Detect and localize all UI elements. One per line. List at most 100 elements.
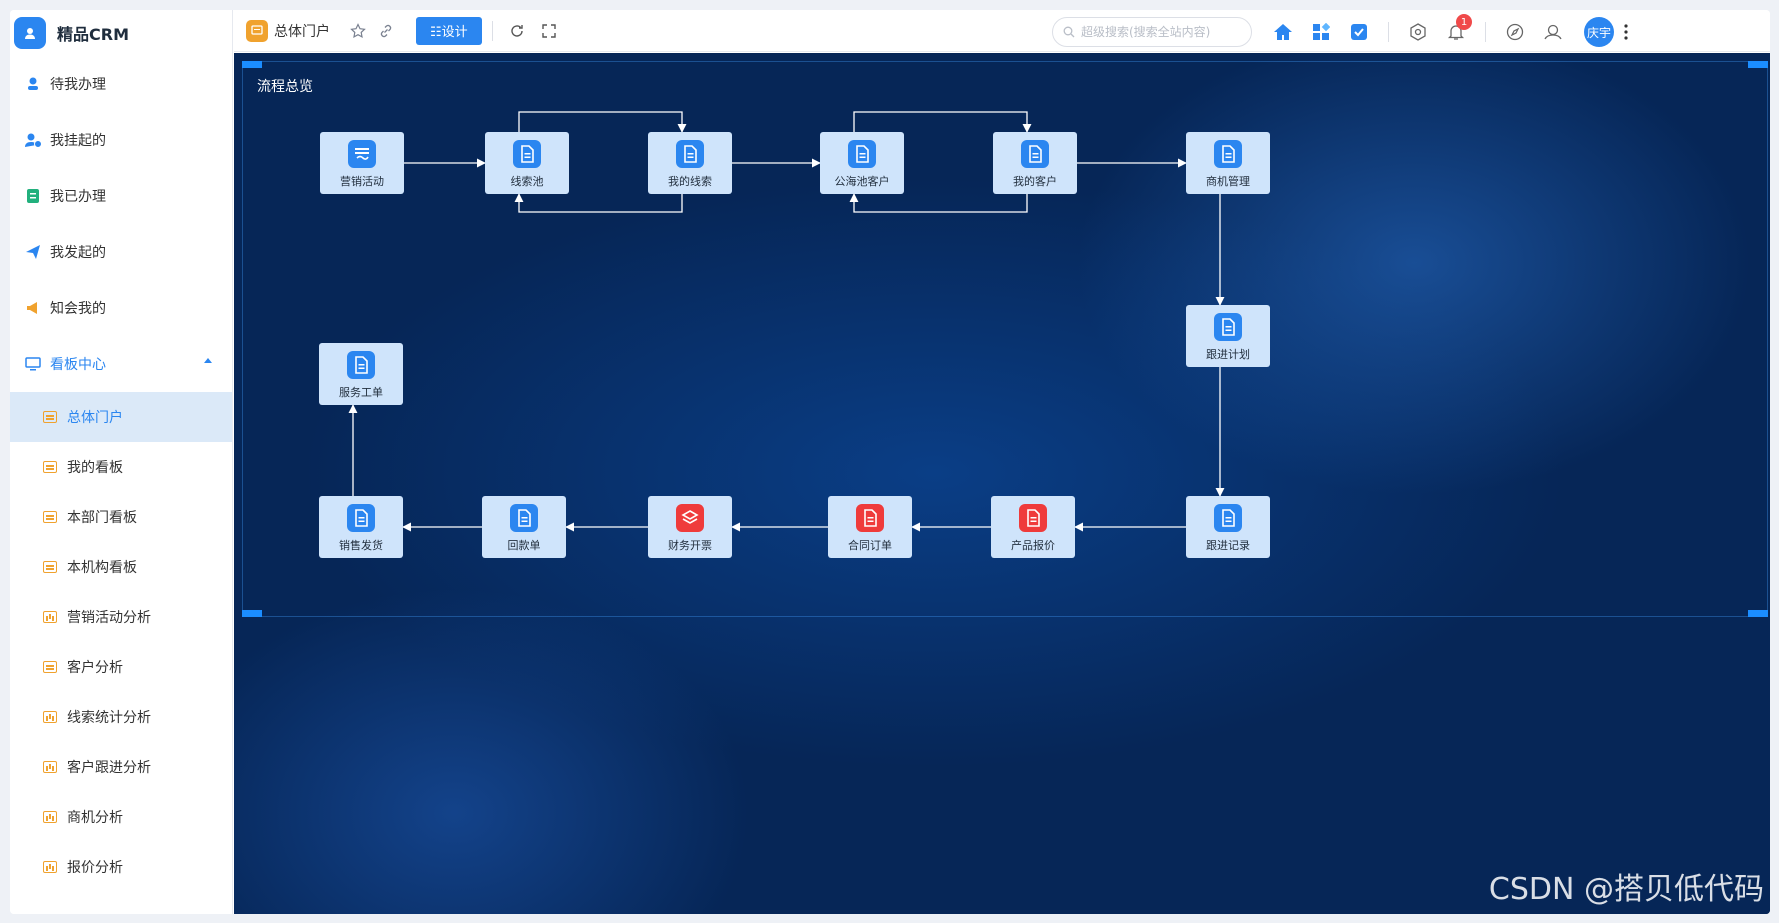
sidebar-subitem-marketing-analysis[interactable]: 营销活动分析 xyxy=(10,592,232,642)
flow-node-n8[interactable]: 跟进记录 xyxy=(1186,496,1270,558)
hexagon-settings-icon[interactable] xyxy=(1404,18,1432,46)
sidebar-subitem-my-board[interactable]: 我的看板 xyxy=(10,442,232,492)
bar-chart-icon xyxy=(43,811,57,823)
brand[interactable]: 精品CRM xyxy=(10,10,232,56)
app-name: 精品CRM xyxy=(57,25,129,44)
flow-node-label: 跟进计划 xyxy=(1206,348,1250,361)
user-pause-icon xyxy=(24,131,42,149)
user-pin-icon xyxy=(24,75,42,93)
sidebar-subitem-quote-analysis[interactable]: 报价分析 xyxy=(10,842,232,892)
sidebar-subitem-dept-board[interactable]: 本部门看板 xyxy=(10,492,232,542)
sidebar-subitem-customer-analysis[interactable]: 客户分析 xyxy=(10,642,232,692)
document-icon xyxy=(510,504,538,532)
flow-node-label: 财务开票 xyxy=(668,539,712,552)
flow-node-n12[interactable]: 回款单 xyxy=(482,496,566,558)
sidebar-subitem-label: 本机构看板 xyxy=(67,560,137,576)
bell-icon[interactable]: 1 xyxy=(1442,14,1472,46)
document-icon xyxy=(1214,504,1242,532)
sidebar-item-notified[interactable]: 知会我的 xyxy=(10,280,232,336)
document-icon xyxy=(676,140,704,168)
chevron-up-icon xyxy=(204,358,212,363)
sidebar-subitem-label: 报价分析 xyxy=(67,860,123,876)
search-icon xyxy=(1063,26,1075,38)
flow-node-label: 营销活动 xyxy=(340,175,384,188)
document-icon xyxy=(856,504,884,532)
dashboard-canvas: 流程总览 营销活动 线索池 我的线索 公海池客户 我的客户 商机管理 跟进计划 跟进记录 产品报… xyxy=(234,53,1770,914)
design-button[interactable]: ☷设计 xyxy=(416,16,482,45)
flow-node-n13[interactable]: 销售发货 xyxy=(319,496,403,558)
task-check-icon[interactable] xyxy=(1345,18,1373,46)
layers-icon xyxy=(676,504,704,532)
document-icon xyxy=(347,504,375,532)
sidebar-subitem-label: 营销活动分析 xyxy=(67,610,151,626)
flow-node-n10[interactable]: 合同订单 xyxy=(828,496,912,558)
sidebar-subitem-label: 商机分析 xyxy=(67,810,123,826)
sidebar-item-label: 我挂起的 xyxy=(50,133,106,149)
flow-node-n6[interactable]: 商机管理 xyxy=(1186,132,1270,194)
flow-node-label: 跟进记录 xyxy=(1206,539,1250,552)
toolbar-divider xyxy=(1485,22,1486,42)
handshake-icon xyxy=(348,140,376,168)
document-icon xyxy=(848,140,876,168)
sidebar: 精品CRM 待我办理 我挂起的 我已办理 我发起的 知会我的 看板中心 总体门户 xyxy=(10,10,233,914)
sidebar-subitem-followup-analysis[interactable]: 客户跟进分析 xyxy=(10,742,232,792)
document-icon xyxy=(1214,313,1242,341)
compass-icon[interactable] xyxy=(1501,18,1529,46)
apps-icon[interactable] xyxy=(1307,18,1335,46)
sidebar-subitem-org-board[interactable]: 本机构看板 xyxy=(10,542,232,592)
flow-node-n1[interactable]: 营销活动 xyxy=(320,132,404,194)
flow-node-n14[interactable]: 服务工单 xyxy=(319,343,403,405)
sidebar-item-initiated[interactable]: 我发起的 xyxy=(10,224,232,280)
sidebar-subitem-label: 总体门户 xyxy=(67,410,123,426)
sidebar-subitem-lead-stats[interactable]: 线索统计分析 xyxy=(10,692,232,742)
sidebar-item-done[interactable]: 我已办理 xyxy=(10,168,232,224)
board-icon xyxy=(43,661,57,673)
user-profile-icon[interactable] xyxy=(1539,18,1567,46)
flow-node-label: 回款单 xyxy=(507,539,541,552)
flow-edge-n4-n5 xyxy=(853,111,1032,133)
more-vertical-icon[interactable] xyxy=(1619,18,1633,46)
flow-node-label: 公海池客户 xyxy=(834,175,890,188)
home-icon[interactable] xyxy=(1269,18,1297,46)
flow-node-n9[interactable]: 产品报价 xyxy=(991,496,1075,558)
flow-node-n11[interactable]: 财务开票 xyxy=(648,496,732,558)
bar-chart-icon xyxy=(43,861,57,873)
top-toolbar: 总体门户 ☷设计 超级搜索(搜索全站内容) 1 庆宇 xyxy=(234,10,1770,52)
star-icon[interactable] xyxy=(344,17,372,45)
app-window: 精品CRM 待我办理 我挂起的 我已办理 我发起的 知会我的 看板中心 总体门户 xyxy=(10,10,1770,914)
flow-node-label: 产品报价 xyxy=(1011,539,1055,552)
document-icon xyxy=(1021,140,1049,168)
refresh-icon[interactable] xyxy=(503,17,531,45)
sidebar-subitem-overall-portal[interactable]: 总体门户 xyxy=(10,392,232,442)
paper-plane-icon xyxy=(24,243,42,261)
done-list-icon xyxy=(24,187,42,205)
megaphone-icon xyxy=(24,299,42,317)
sidebar-item-suspended[interactable]: 我挂起的 xyxy=(10,112,232,168)
sidebar-group-dashboard[interactable]: 看板中心 xyxy=(10,336,232,392)
flow-node-n5[interactable]: 我的客户 xyxy=(993,132,1077,194)
bar-chart-icon xyxy=(43,711,57,723)
flow-node-n4[interactable]: 公海池客户 xyxy=(820,132,904,194)
board-icon xyxy=(43,411,57,423)
notification-badge: 1 xyxy=(1456,14,1472,30)
avatar[interactable]: 庆宇 xyxy=(1584,17,1614,47)
sidebar-subitem-opportunity-analysis[interactable]: 商机分析 xyxy=(10,792,232,842)
flow-edge-n2-n3 xyxy=(518,111,687,133)
app-logo-icon xyxy=(14,17,46,49)
board-icon xyxy=(43,561,57,573)
link-icon[interactable] xyxy=(372,17,400,45)
sidebar-item-label: 我已办理 xyxy=(50,189,106,205)
sidebar-subitem-label: 客户跟进分析 xyxy=(67,760,151,776)
flow-node-n3[interactable]: 我的线索 xyxy=(648,132,732,194)
search-input[interactable] xyxy=(1081,25,1231,39)
flow-node-label: 线索池 xyxy=(510,175,544,188)
sidebar-item-todo[interactable]: 待我办理 xyxy=(10,56,232,112)
sidebar-item-label: 知会我的 xyxy=(50,301,106,317)
fullscreen-icon[interactable] xyxy=(535,17,563,45)
flow-node-n7[interactable]: 跟进计划 xyxy=(1186,305,1270,367)
sidebar-subitem-label: 本部门看板 xyxy=(67,510,137,526)
page-title: 总体门户 xyxy=(274,23,330,40)
global-search[interactable] xyxy=(1052,17,1252,47)
flow-edge-n5-n4 xyxy=(849,193,1028,213)
flow-node-n2[interactable]: 线索池 xyxy=(485,132,569,194)
